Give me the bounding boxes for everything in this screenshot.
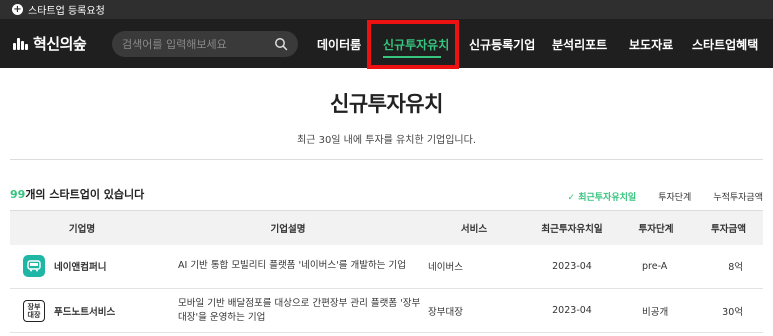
service-name: 장부대장 — [422, 288, 526, 333]
column-header-amount: 투자금액 — [694, 210, 763, 245]
startup-register-request-link[interactable]: 스타트업 등록요청 — [28, 2, 105, 17]
column-header-description: 기업설명 — [154, 210, 422, 245]
investment-amount: 8억 — [694, 244, 763, 289]
investment-amount: 30억 — [694, 288, 763, 333]
search-bar — [112, 31, 298, 57]
sort-total-investment[interactable]: 누적투자금액 — [713, 190, 763, 203]
nav-item-new-registered[interactable]: 신규등록기업 — [469, 36, 535, 53]
nav-item-press[interactable]: 보도자료 — [629, 36, 673, 53]
page-hero: 신규투자유치 최근 30일 내에 투자를 유치한 기업입니다. — [0, 68, 773, 146]
investment-date: 2023-04 — [526, 288, 618, 333]
sort-recent-investment[interactable]: ✓ 최근투자유치일 — [568, 190, 637, 203]
search-icon[interactable] — [274, 37, 288, 51]
column-header-company: 기업명 — [10, 210, 154, 245]
investment-table: 기업명 기업설명 서비스 최근투자유치일 투자단계 투자금액 네이앤컴퍼니 AI… — [10, 210, 763, 333]
nav-item-startup-benefits[interactable]: 스타트업혜택 — [692, 36, 758, 53]
divider — [10, 159, 763, 160]
company-cell[interactable]: 장부 대장 푸드노트서비스 — [10, 299, 154, 322]
jangbu-daejang-logo-icon: 장부 대장 — [23, 299, 45, 322]
page-title: 신규투자유치 — [330, 92, 443, 116]
table-header-row: 기업명 기업설명 서비스 최근투자유치일 투자단계 투자금액 — [10, 210, 763, 245]
company-description: 모바일 기반 배달점포를 대상으로 간편장부 관리 플랫폼 '장부대장'을 운영… — [154, 288, 422, 333]
column-header-stage: 투자단계 — [618, 210, 694, 245]
result-count-suffix: 개의 스타트업이 있습니다 — [25, 188, 145, 201]
investment-stage: 비공개 — [618, 288, 694, 333]
investment-date: 2023-04 — [526, 244, 618, 289]
result-count-number: 99 — [10, 188, 26, 201]
forest-logo-icon — [13, 37, 29, 50]
list-summary-bar: 99개의 스타트업이 있습니다 ✓ 최근투자유치일 투자단계 누적투자금액 — [10, 186, 763, 203]
company-cell[interactable]: 네이앤컴퍼니 — [10, 255, 154, 278]
site-logo[interactable]: 혁신의숲 — [13, 33, 113, 54]
page-subtitle: 최근 30일 내에 투자를 유치한 기업입니다. — [297, 135, 476, 146]
plus-icon[interactable]: + — [12, 4, 23, 15]
top-strip: + 스타트업 등록요청 — [0, 0, 773, 19]
company-name[interactable]: 푸드노트서비스 — [54, 304, 115, 318]
company-name[interactable]: 네이앤컴퍼니 — [54, 259, 106, 273]
sort-investment-stage[interactable]: 투자단계 — [658, 190, 691, 203]
column-header-date: 최근투자유치일 — [526, 210, 618, 245]
service-name: 네이버스 — [422, 244, 526, 289]
investment-stage: pre-A — [618, 244, 694, 289]
nav-item-dataroom[interactable]: 데이터룸 — [317, 36, 361, 53]
result-count: 99개의 스타트업이 있습니다 — [10, 186, 144, 202]
company-description: AI 기반 통합 모빌리티 플랫폼 '네이버스'를 개발하는 기업 — [154, 244, 422, 289]
sort-options: ✓ 최근투자유치일 투자단계 누적투자금액 — [546, 190, 763, 203]
nebus-logo-icon — [23, 255, 45, 278]
highlight-box — [367, 20, 459, 69]
table-row[interactable]: 네이앤컴퍼니 AI 기반 통합 모빌리티 플랫폼 '네이버스'를 개발하는 기업… — [10, 244, 763, 289]
table-row[interactable]: 장부 대장 푸드노트서비스 모바일 기반 배달점포를 대상으로 간편장부 관리 플… — [10, 288, 763, 333]
search-input[interactable] — [122, 37, 274, 51]
logo-text: 혁신의숲 — [33, 35, 87, 53]
column-header-service: 서비스 — [422, 210, 526, 245]
nav-item-analysis-report[interactable]: 분석리포트 — [552, 36, 607, 53]
